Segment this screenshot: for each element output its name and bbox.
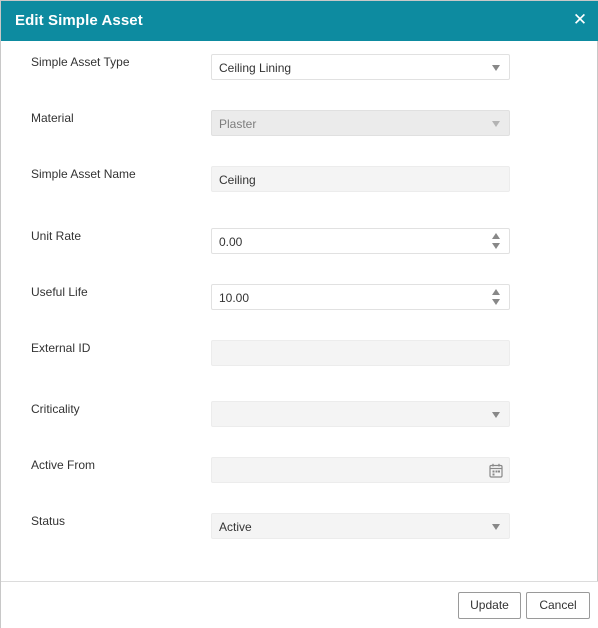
status-label: Status [31, 514, 66, 528]
material-select: Plaster [211, 110, 510, 136]
simple-asset-type-value: Ceiling Lining [219, 61, 292, 75]
cancel-button[interactable]: Cancel [526, 592, 590, 619]
close-icon[interactable]: ✕ [572, 11, 588, 29]
simple-asset-name-input[interactable]: Ceiling [211, 166, 510, 192]
spinner-up-icon[interactable] [492, 233, 500, 239]
update-button[interactable]: Update [458, 592, 521, 619]
dialog-title: Edit Simple Asset [15, 12, 143, 29]
simple-asset-name-label: Simple Asset Name [31, 167, 136, 181]
dropdown-caret-icon[interactable] [492, 524, 500, 530]
useful-life-label: Useful Life [31, 285, 88, 299]
spinner-up-icon[interactable] [492, 289, 500, 295]
spinner-down-icon[interactable] [492, 299, 500, 305]
simple-asset-name-value: Ceiling [219, 173, 256, 187]
dropdown-caret-icon[interactable] [492, 65, 500, 71]
status-select[interactable]: Active [211, 513, 510, 539]
edit-simple-asset-dialog: Edit Simple Asset ✕ Simple Asset Type Ce… [0, 0, 598, 628]
criticality-label: Criticality [31, 402, 80, 416]
dropdown-caret-icon [492, 121, 500, 127]
dropdown-caret-icon[interactable] [492, 412, 500, 418]
dialog-titlebar: Edit Simple Asset ✕ [1, 1, 598, 41]
status-value: Active [219, 520, 252, 534]
calendar-icon[interactable] [489, 463, 503, 478]
simple-asset-type-label: Simple Asset Type [31, 55, 130, 69]
unit-rate-input[interactable]: 0.00 [211, 228, 510, 254]
external-id-label: External ID [31, 341, 91, 355]
active-from-label: Active From [31, 458, 96, 472]
criticality-select[interactable] [211, 401, 510, 427]
dialog-footer: Update Cancel [1, 581, 598, 628]
useful-life-value: 10.00 [219, 291, 250, 305]
unit-rate-label: Unit Rate [31, 229, 82, 243]
spinner-down-icon[interactable] [492, 243, 500, 249]
simple-asset-type-select[interactable]: Ceiling Lining [211, 54, 510, 80]
material-value: Plaster [219, 117, 257, 131]
external-id-input[interactable] [211, 340, 510, 366]
active-from-datepicker[interactable] [211, 457, 510, 483]
unit-rate-value: 0.00 [219, 235, 243, 249]
material-label: Material [31, 111, 74, 125]
useful-life-input[interactable]: 10.00 [211, 284, 510, 310]
